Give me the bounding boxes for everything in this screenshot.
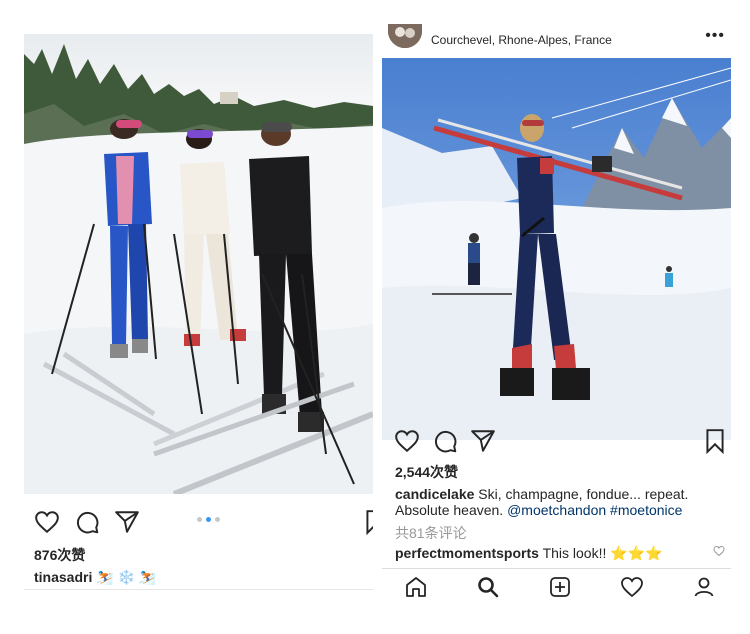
comment-username[interactable]: perfectmomentsports <box>395 545 539 561</box>
search-icon[interactable] <box>476 575 500 599</box>
carousel-dot <box>197 517 202 522</box>
activity-icon[interactable] <box>620 575 644 599</box>
hashtag-link[interactable]: #moetonice <box>610 502 682 518</box>
divider <box>24 589 373 590</box>
view-comments-link[interactable]: 共81条评论 <box>395 523 467 543</box>
post-location[interactable]: Courchevel, Rhone-Alpes, France <box>431 33 612 47</box>
caption-emoji: ⛷️ ❄️ ⛷️ <box>96 569 157 585</box>
right-post-photo[interactable] <box>382 58 731 440</box>
left-post-photo[interactable] <box>24 34 373 494</box>
comment-icon[interactable] <box>432 428 458 454</box>
comment-emoji: ⭐⭐⭐ <box>610 545 663 561</box>
bookmark-icon[interactable] <box>362 509 373 536</box>
profile-icon[interactable] <box>692 575 716 599</box>
caption-username[interactable]: candicelake <box>395 486 474 502</box>
comment-row: perfectmomentsports This look!! ⭐⭐⭐ <box>395 545 663 562</box>
right-post: Courchevel, Rhone-Alpes, France ••• 2,54… <box>382 24 731 599</box>
more-options-icon[interactable]: ••• <box>705 27 725 45</box>
like-count[interactable]: 2,544次赞 <box>395 462 458 482</box>
caption-line-2: Absolute heaven. @moetchandon #moetonice <box>395 502 682 518</box>
caption-username[interactable]: tinasadri <box>34 569 92 585</box>
avatar[interactable] <box>388 24 422 48</box>
carousel-dot <box>215 517 220 522</box>
left-post: 876次赞 tinasadri ⛷️ ❄️ ⛷️ <box>24 34 373 594</box>
add-icon[interactable] <box>548 575 572 599</box>
caption-line-1: candicelake Ski, champagne, fondue... re… <box>395 486 688 502</box>
post-header: Courchevel, Rhone-Alpes, France ••• <box>382 24 731 54</box>
carousel-indicator <box>197 517 227 525</box>
comment-text: This look!! <box>542 545 607 561</box>
share-icon[interactable] <box>114 509 140 535</box>
bottom-tab-bar <box>382 568 731 599</box>
heart-icon[interactable] <box>394 428 420 454</box>
mention-link[interactable]: @moetchandon <box>507 502 606 518</box>
caption-text: Ski, champagne, fondue... repeat. <box>478 486 689 502</box>
share-icon[interactable] <box>470 428 496 454</box>
home-icon[interactable] <box>404 575 428 599</box>
carousel-dot-active <box>206 517 211 522</box>
left-photo-scene <box>24 34 373 494</box>
right-action-bar <box>394 428 729 458</box>
right-photo-scene <box>382 58 731 440</box>
caption: tinasadri ⛷️ ❄️ ⛷️ <box>34 569 156 586</box>
caption-text-2: Absolute heaven. <box>395 502 504 518</box>
like-count[interactable]: 876次赞 <box>34 545 85 565</box>
heart-icon[interactable] <box>34 509 60 535</box>
comment-icon[interactable] <box>74 509 100 535</box>
bookmark-icon[interactable] <box>702 428 728 455</box>
comment-like-icon[interactable] <box>713 544 725 557</box>
